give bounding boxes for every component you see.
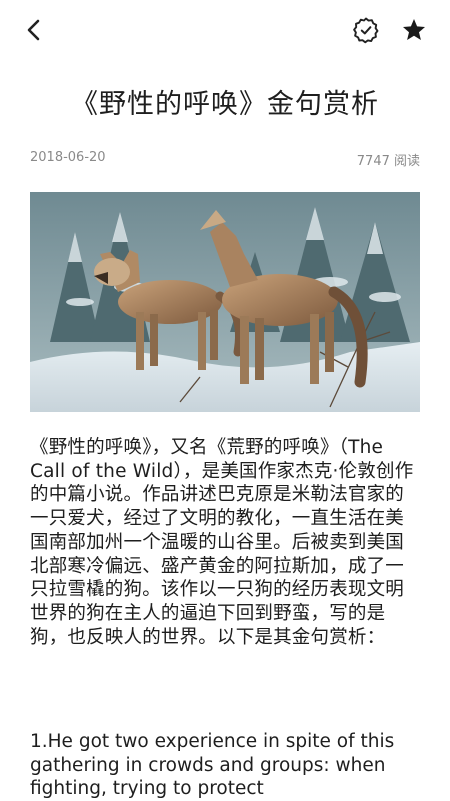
read-count: 7747 阅读	[356, 154, 420, 169]
back-button[interactable]	[18, 14, 50, 46]
article-intro: 《野性的呼唤》，又名《荒野的呼唤》（The Call of the Wild），…	[30, 437, 414, 648]
settings-button[interactable]	[350, 14, 382, 46]
article-quote-1: 1.He got two experience in spite of this…	[30, 731, 395, 799]
publish-date: 2018-06-20	[30, 150, 106, 165]
star-icon	[403, 19, 425, 40]
chevron-left-icon	[27, 19, 40, 41]
article-title: 《野性的呼唤》金句赏析	[71, 89, 379, 120]
wolves-in-snow-image	[30, 192, 420, 412]
article-image[interactable]	[30, 192, 420, 412]
top-bar	[0, 0, 450, 60]
gear-badge-icon	[353, 17, 379, 44]
favorite-button[interactable]	[398, 14, 430, 46]
article-meta: 2018-06-20 7747 阅读	[30, 150, 420, 170]
